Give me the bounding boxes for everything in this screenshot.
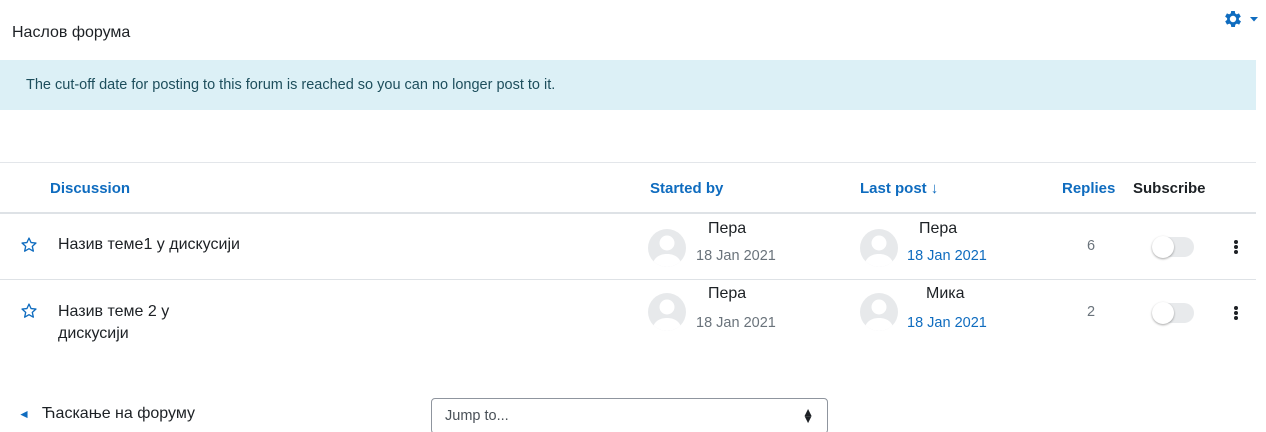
toggle-knob <box>1152 236 1174 258</box>
sort-replies-header[interactable]: Replies <box>1062 180 1115 197</box>
table-row: Назив теме 2 у дискусији Пера 18 Jan 202… <box>0 280 1256 355</box>
last-post-date-link[interactable]: 18 Jan 2021 <box>907 315 987 331</box>
settings-menu-button[interactable] <box>1222 8 1262 30</box>
sort-started-by-header[interactable]: Started by <box>650 180 723 197</box>
sort-last-post-header[interactable]: Last post ↓ <box>860 180 938 197</box>
avatar <box>860 293 898 331</box>
select-arrows-icon: ▲ ▼ <box>802 405 814 426</box>
last-post-name[interactable]: Мика <box>926 285 965 303</box>
replies-count[interactable]: 2 <box>1087 304 1095 320</box>
caret-down-icon <box>1250 17 1258 22</box>
last-post-name[interactable]: Пера <box>919 220 957 238</box>
page-title: Наслов форума <box>12 24 131 41</box>
last-post-label: Last post <box>860 180 927 197</box>
star-outline-icon[interactable] <box>20 302 38 320</box>
alert-text: The cut-off date for posting to this for… <box>26 77 556 93</box>
jump-to-value: Jump to... <box>445 408 509 424</box>
subscribe-toggle[interactable] <box>1152 302 1194 324</box>
discussion-link[interactable]: Назив теме1 у дискусији <box>58 234 240 256</box>
last-post-date-link[interactable]: 18 Jan 2021 <box>907 248 987 264</box>
subscribe-toggle[interactable] <box>1152 236 1194 258</box>
gear-icon <box>1225 11 1241 27</box>
avatar <box>648 229 686 267</box>
previous-activity-link[interactable]: ◄ Ћаскање на форуму <box>18 405 195 423</box>
table-header: Discussion Started by Last post ↓ Replies… <box>0 162 1256 214</box>
toggle-knob <box>1152 302 1174 324</box>
kebab-icon[interactable] <box>1230 304 1242 322</box>
previous-activity-label: Ћаскање на форуму <box>41 405 196 422</box>
table-row: Назив теме1 у дискусији Пера 18 Jan 2021… <box>0 214 1256 280</box>
avatar <box>648 293 686 331</box>
cutoff-alert: The cut-off date for posting to this for… <box>0 60 1256 110</box>
jump-to-select[interactable]: Jump to... ▲ ▼ <box>431 398 828 432</box>
replies-count[interactable]: 6 <box>1087 238 1095 254</box>
avatar <box>860 229 898 267</box>
kebab-icon[interactable] <box>1230 238 1242 256</box>
left-arrow-icon: ◄ <box>18 407 30 421</box>
started-date: 18 Jan 2021 <box>696 315 776 331</box>
discussion-table: Discussion Started by Last post ↓ Replies… <box>0 162 1256 355</box>
sort-arrow-down-icon: ↓ <box>930 180 939 197</box>
sort-discussion-header[interactable]: Discussion <box>50 180 130 197</box>
discussion-link[interactable]: Назив теме 2 у дискусији <box>58 301 218 345</box>
started-by-name[interactable]: Пера <box>708 220 746 238</box>
star-outline-icon[interactable] <box>20 236 38 254</box>
started-date: 18 Jan 2021 <box>696 248 776 264</box>
subscribe-header: Subscribe <box>1133 180 1206 197</box>
started-by-name[interactable]: Пера <box>708 285 746 303</box>
